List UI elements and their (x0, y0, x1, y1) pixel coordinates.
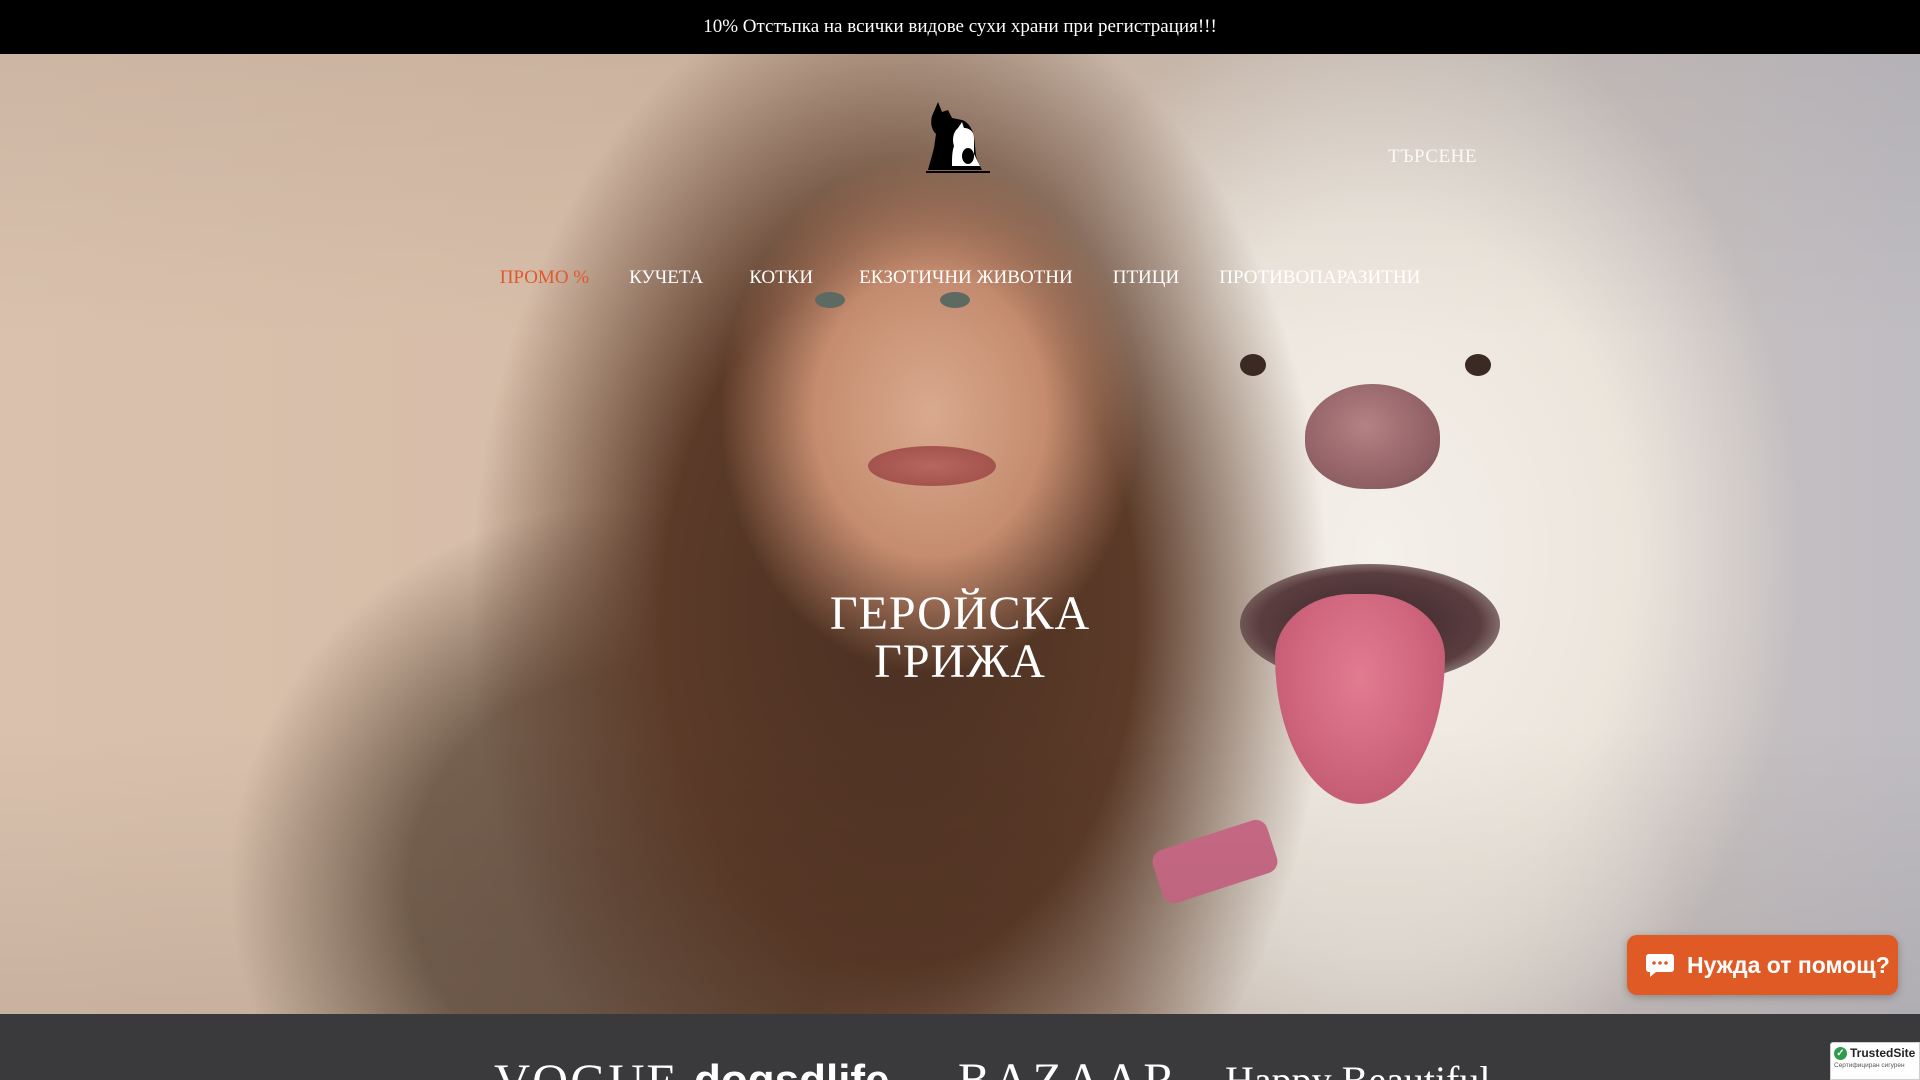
hero-banner (0, 54, 1920, 1014)
help-chat-button[interactable]: Нужда от помощ? (1627, 935, 1898, 995)
trustedsite-title: TrustedSite (1850, 1046, 1916, 1060)
hero-overlay (0, 54, 1920, 1014)
dog-and-cat-logo-icon (926, 102, 990, 173)
checkmark-icon: ✓ (1834, 1046, 1847, 1060)
announcement-text: 10% Отстъпка на всички видове сухи храни… (703, 16, 1217, 37)
press-logo-vogue: VOGUE (494, 1056, 679, 1080)
site-logo[interactable] (918, 96, 998, 176)
search-link[interactable]: ТЪРСЕНЕ (1388, 146, 1477, 168)
announcement-bar: 10% Отстъпка на всички видове сухи храни… (0, 0, 1920, 54)
nav-item-dogs[interactable]: КУЧЕТА (629, 267, 703, 289)
trustedsite-subtitle: Сертифициран сигурен (1834, 1062, 1905, 1069)
main-nav: ПРОМО % КУЧЕТА КОТКИ ЕКЗОТИЧНИ ЖИВОТНИ П… (0, 262, 1920, 294)
trustedsite-badge[interactable]: ✓ TrustedSite Сертифициран сигурен (1830, 1042, 1920, 1080)
hero-title: ГЕРОЙСКА ГРИЖА (660, 590, 1260, 686)
press-logos-strip: VOGUE dogsdlife BAZAAR Happy Beautiful (0, 1014, 1920, 1080)
chat-bubble-icon (1646, 954, 1674, 977)
press-logo-bazaar: BAZAAR (958, 1057, 1179, 1080)
hero-title-line-2: ГРИЖА (874, 635, 1046, 688)
nav-item-cats[interactable]: КОТКИ (749, 267, 813, 289)
help-chat-label: Нужда от помощ? (1687, 951, 1890, 978)
nav-item-antiparasitic[interactable]: ПРОТИВОПАРАЗИТНИ (1219, 267, 1420, 289)
press-logo-dogsdlife: dogsdlife (694, 1058, 890, 1080)
nav-item-exotic-animals[interactable]: ЕКЗОТИЧНИ ЖИВОТНИ (859, 267, 1073, 289)
press-logo-happy-beautiful: Happy Beautiful (1225, 1058, 1491, 1080)
nav-item-birds[interactable]: ПТИЦИ (1113, 267, 1180, 289)
nav-item-promo[interactable]: ПРОМО % (500, 267, 589, 289)
hero-title-line-1: ГЕРОЙСКА (829, 587, 1091, 640)
